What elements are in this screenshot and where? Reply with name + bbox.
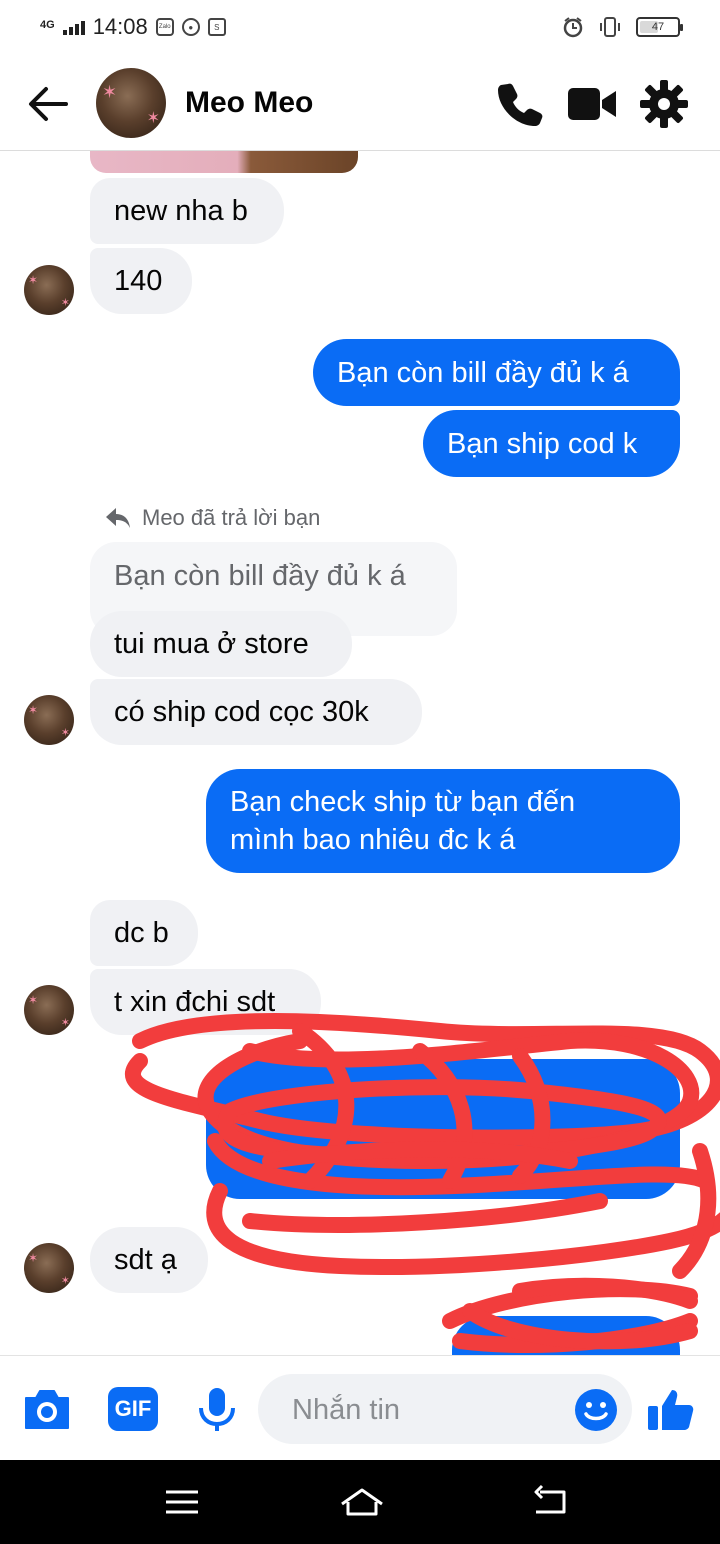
globe-icon: ● — [181, 18, 200, 36]
battery-icon: 47 — [636, 17, 683, 37]
system-nav-bar — [0, 1460, 720, 1544]
status-right: 47 — [562, 16, 683, 38]
reply-arrow-icon — [106, 508, 130, 528]
message-input-wrapper[interactable] — [258, 1374, 632, 1446]
status-time: 14:08 — [92, 14, 148, 39]
message-outgoing-redacted[interactable] — [452, 1316, 680, 1355]
menu-icon[interactable] — [162, 1482, 202, 1522]
message-outgoing[interactable]: Bạn còn bill đầy đủ k á — [313, 339, 680, 406]
message-incoming[interactable]: new nha b — [90, 178, 284, 244]
phone-icon[interactable] — [494, 78, 546, 130]
back-nav-icon[interactable] — [530, 1482, 570, 1522]
zalo-icon: Zalo — [155, 18, 174, 36]
chat-header: Meo Meo — [0, 56, 720, 151]
message-incoming[interactable]: dc b — [90, 900, 198, 966]
contact-name[interactable]: Meo Meo — [185, 86, 313, 120]
message-composer: GIF — [0, 1355, 720, 1461]
back-arrow-icon[interactable] — [26, 84, 70, 124]
message-outgoing[interactable]: Bạn ship cod k — [423, 410, 680, 477]
sender-avatar[interactable] — [24, 695, 74, 745]
alarm-icon — [563, 17, 583, 38]
message-outgoing-redacted[interactable] — [206, 1059, 680, 1199]
message-list[interactable]: new nha b 140 Bạn còn bill đầy đủ k á Bạ… — [0, 151, 720, 1355]
vibrate-icon — [600, 17, 620, 37]
video-call-icon[interactable] — [566, 78, 618, 130]
message-line: mình bao nhiêu đc k á — [230, 824, 516, 856]
reply-note-text: Meo đã trả lời bạn — [142, 505, 321, 530]
message-outgoing[interactable]: Bạn check ship từ bạn đến mình bao nhiêu… — [206, 769, 680, 873]
network-type: 4G — [40, 19, 55, 31]
message-incoming[interactable]: có ship cod cọc 30k — [90, 679, 422, 745]
status-left: 4G 14:08 Zalo ● S — [40, 14, 226, 40]
thumbs-up-icon[interactable] — [646, 1386, 696, 1432]
sender-avatar[interactable] — [24, 985, 74, 1035]
gif-icon[interactable]: GIF — [108, 1387, 158, 1431]
home-icon[interactable] — [338, 1482, 386, 1522]
status-bar: 4G 14:08 Zalo ● S 47 — [0, 0, 720, 56]
sender-avatar[interactable] — [24, 265, 74, 315]
battery-level: 47 — [651, 21, 665, 33]
signal-icon — [62, 19, 85, 35]
sender-avatar[interactable] — [24, 1243, 74, 1293]
message-input[interactable] — [290, 1374, 564, 1446]
reply-indicator: Meo đã trả lời bạn — [104, 505, 320, 531]
shared-photo[interactable] — [90, 151, 358, 173]
camera-icon[interactable] — [22, 1386, 72, 1432]
message-incoming[interactable]: tui mua ở store — [90, 611, 352, 677]
shop-icon: S — [207, 18, 226, 36]
message-incoming[interactable]: t xin đchi sdt — [90, 969, 321, 1035]
microphone-icon[interactable] — [192, 1386, 242, 1432]
message-incoming[interactable]: 140 — [90, 248, 192, 314]
message-incoming[interactable]: sdt ạ — [90, 1227, 208, 1293]
contact-avatar[interactable] — [96, 68, 166, 138]
emoji-icon[interactable] — [574, 1388, 618, 1432]
gear-icon[interactable] — [638, 78, 690, 130]
message-line: Bạn check ship từ bạn đến — [230, 786, 576, 818]
